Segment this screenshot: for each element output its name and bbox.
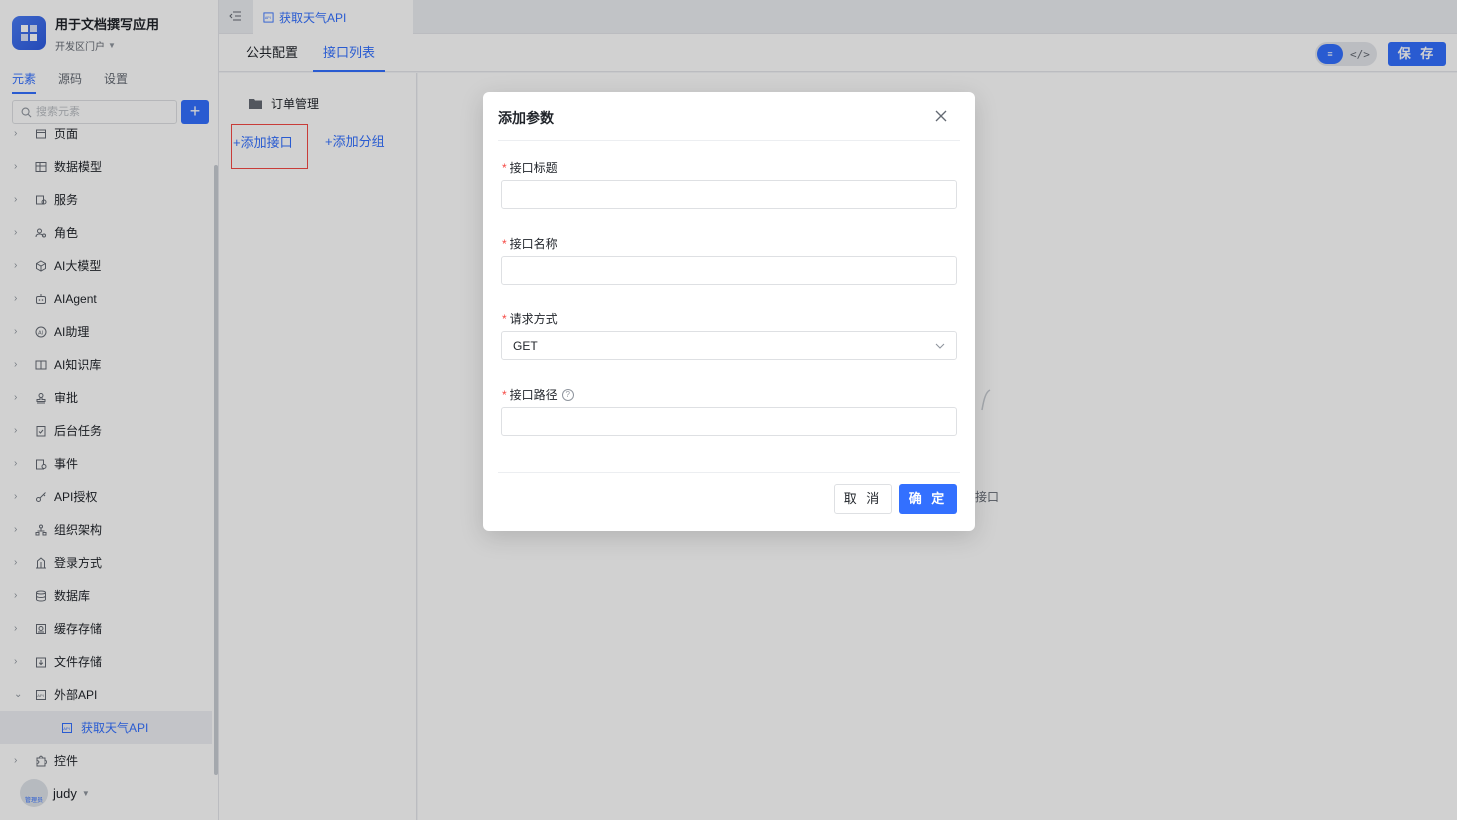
method-value: GET bbox=[513, 338, 538, 353]
required-mark: * bbox=[502, 311, 507, 326]
required-mark: * bbox=[502, 160, 507, 175]
field-label-text: 接口路径 bbox=[509, 388, 558, 402]
field-label-text: 接口名称 bbox=[509, 237, 558, 251]
dialog-title: 添加参数 bbox=[498, 110, 554, 126]
field-label-api-path: * 接口路径 ? bbox=[502, 386, 574, 403]
field-label-api-title: * 接口标题 bbox=[502, 159, 558, 176]
add-param-dialog: 添加参数 * 接口标题 * 接口名称 * 请求方式 GET * 接口路径 ? 取… bbox=[483, 92, 975, 531]
confirm-button[interactable]: 确 定 bbox=[899, 484, 957, 514]
close-icon[interactable] bbox=[934, 109, 948, 123]
field-label-text: 接口标题 bbox=[509, 161, 558, 175]
dialog-divider bbox=[498, 140, 960, 141]
chevron-down-icon bbox=[935, 343, 945, 349]
field-label-method: * 请求方式 bbox=[502, 310, 558, 327]
method-select[interactable]: GET bbox=[501, 331, 957, 360]
api-name-input[interactable] bbox=[501, 256, 957, 285]
field-label-text: 请求方式 bbox=[509, 312, 558, 326]
api-title-input[interactable] bbox=[501, 180, 957, 209]
field-label-api-name: * 接口名称 bbox=[502, 235, 558, 252]
api-path-input[interactable] bbox=[501, 407, 957, 436]
cancel-button[interactable]: 取 消 bbox=[834, 484, 892, 514]
dialog-footer-divider bbox=[498, 472, 960, 473]
required-mark: * bbox=[502, 387, 507, 402]
required-mark: * bbox=[502, 236, 507, 251]
help-icon[interactable]: ? bbox=[561, 388, 574, 401]
